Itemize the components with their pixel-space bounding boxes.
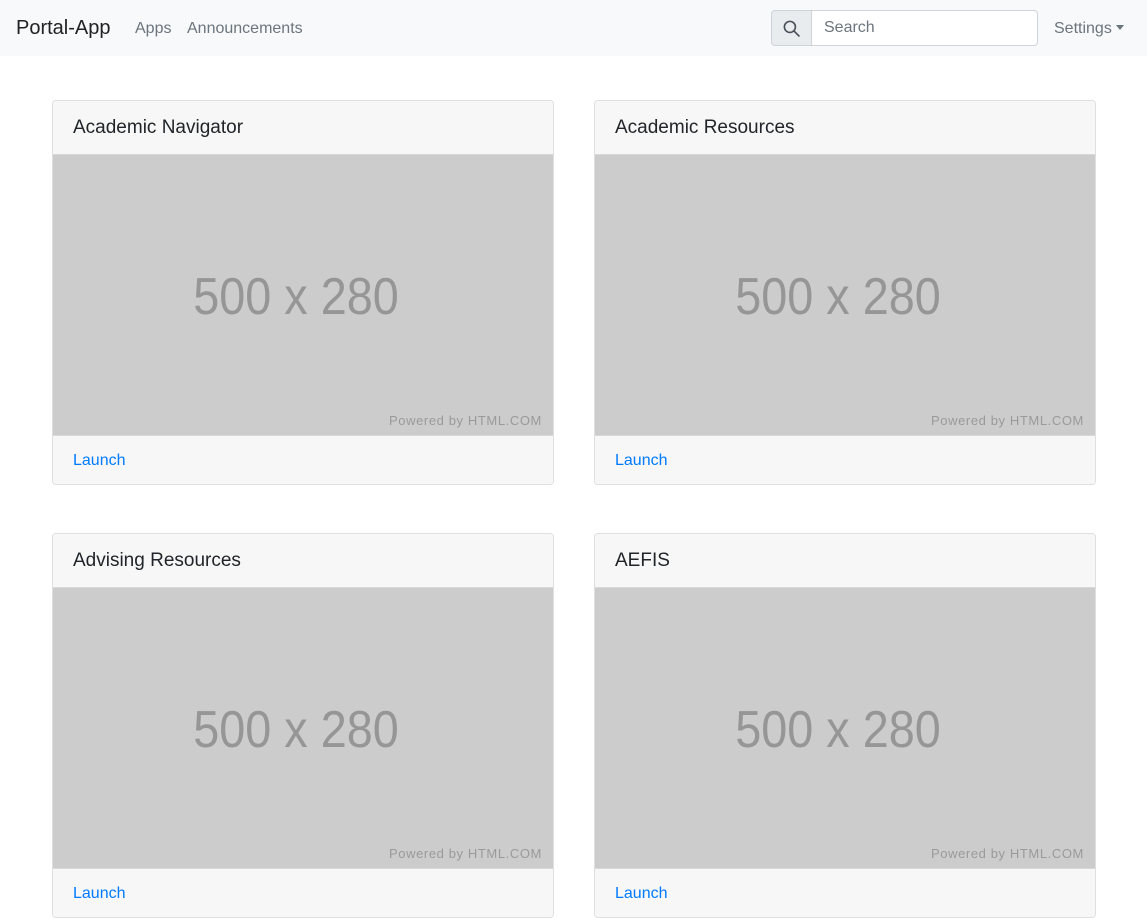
card-image: 500 x 280 Powered by HTML.COM [53,155,553,435]
search-group [771,10,1038,46]
image-placeholder-text: 500 x 280 [735,701,941,759]
app-card: Academic Resources 500 x 280 Powered by … [594,100,1096,485]
image-credit: Powered by HTML.COM [389,413,542,428]
launch-link[interactable]: Launch [73,885,126,902]
card-title: Advising Resources [53,534,553,588]
launch-link[interactable]: Launch [73,452,126,469]
brand-link[interactable]: Portal-App [16,15,111,41]
settings-label: Settings [1054,20,1112,37]
image-placeholder-text: 500 x 280 [193,701,399,759]
card-image: 500 x 280 Powered by HTML.COM [595,155,1095,435]
search-input[interactable] [812,10,1038,46]
card-footer: Launch [53,868,553,917]
card-footer: Launch [595,435,1095,484]
search-icon [783,20,800,37]
launch-link[interactable]: Launch [615,885,668,902]
image-placeholder-text: 500 x 280 [193,268,399,326]
image-placeholder-text: 500 x 280 [735,268,941,326]
card-footer: Launch [595,868,1095,917]
image-credit: Powered by HTML.COM [931,413,1084,428]
search-button[interactable] [771,10,812,46]
nav-link-apps[interactable]: Apps [135,19,171,39]
app-card: Academic Navigator 500 x 280 Powered by … [52,100,554,485]
app-card: Advising Resources 500 x 280 Powered by … [52,533,554,918]
image-credit: Powered by HTML.COM [931,846,1084,861]
nav-link-announcements[interactable]: Announcements [187,19,303,39]
navbar: Portal-App Apps Announcements Settings [0,0,1147,56]
settings-dropdown[interactable]: Settings [1054,19,1124,39]
caret-down-icon [1115,25,1124,30]
card-title: AEFIS [595,534,1095,588]
card-image: 500 x 280 Powered by HTML.COM [53,588,553,868]
launch-link[interactable]: Launch [615,452,668,469]
card-image: 500 x 280 Powered by HTML.COM [595,588,1095,868]
card-title: Academic Navigator [53,101,553,155]
card-footer: Launch [53,435,553,484]
card-title: Academic Resources [595,101,1095,155]
image-credit: Powered by HTML.COM [389,846,542,861]
app-card: AEFIS 500 x 280 Powered by HTML.COM Laun… [594,533,1096,918]
